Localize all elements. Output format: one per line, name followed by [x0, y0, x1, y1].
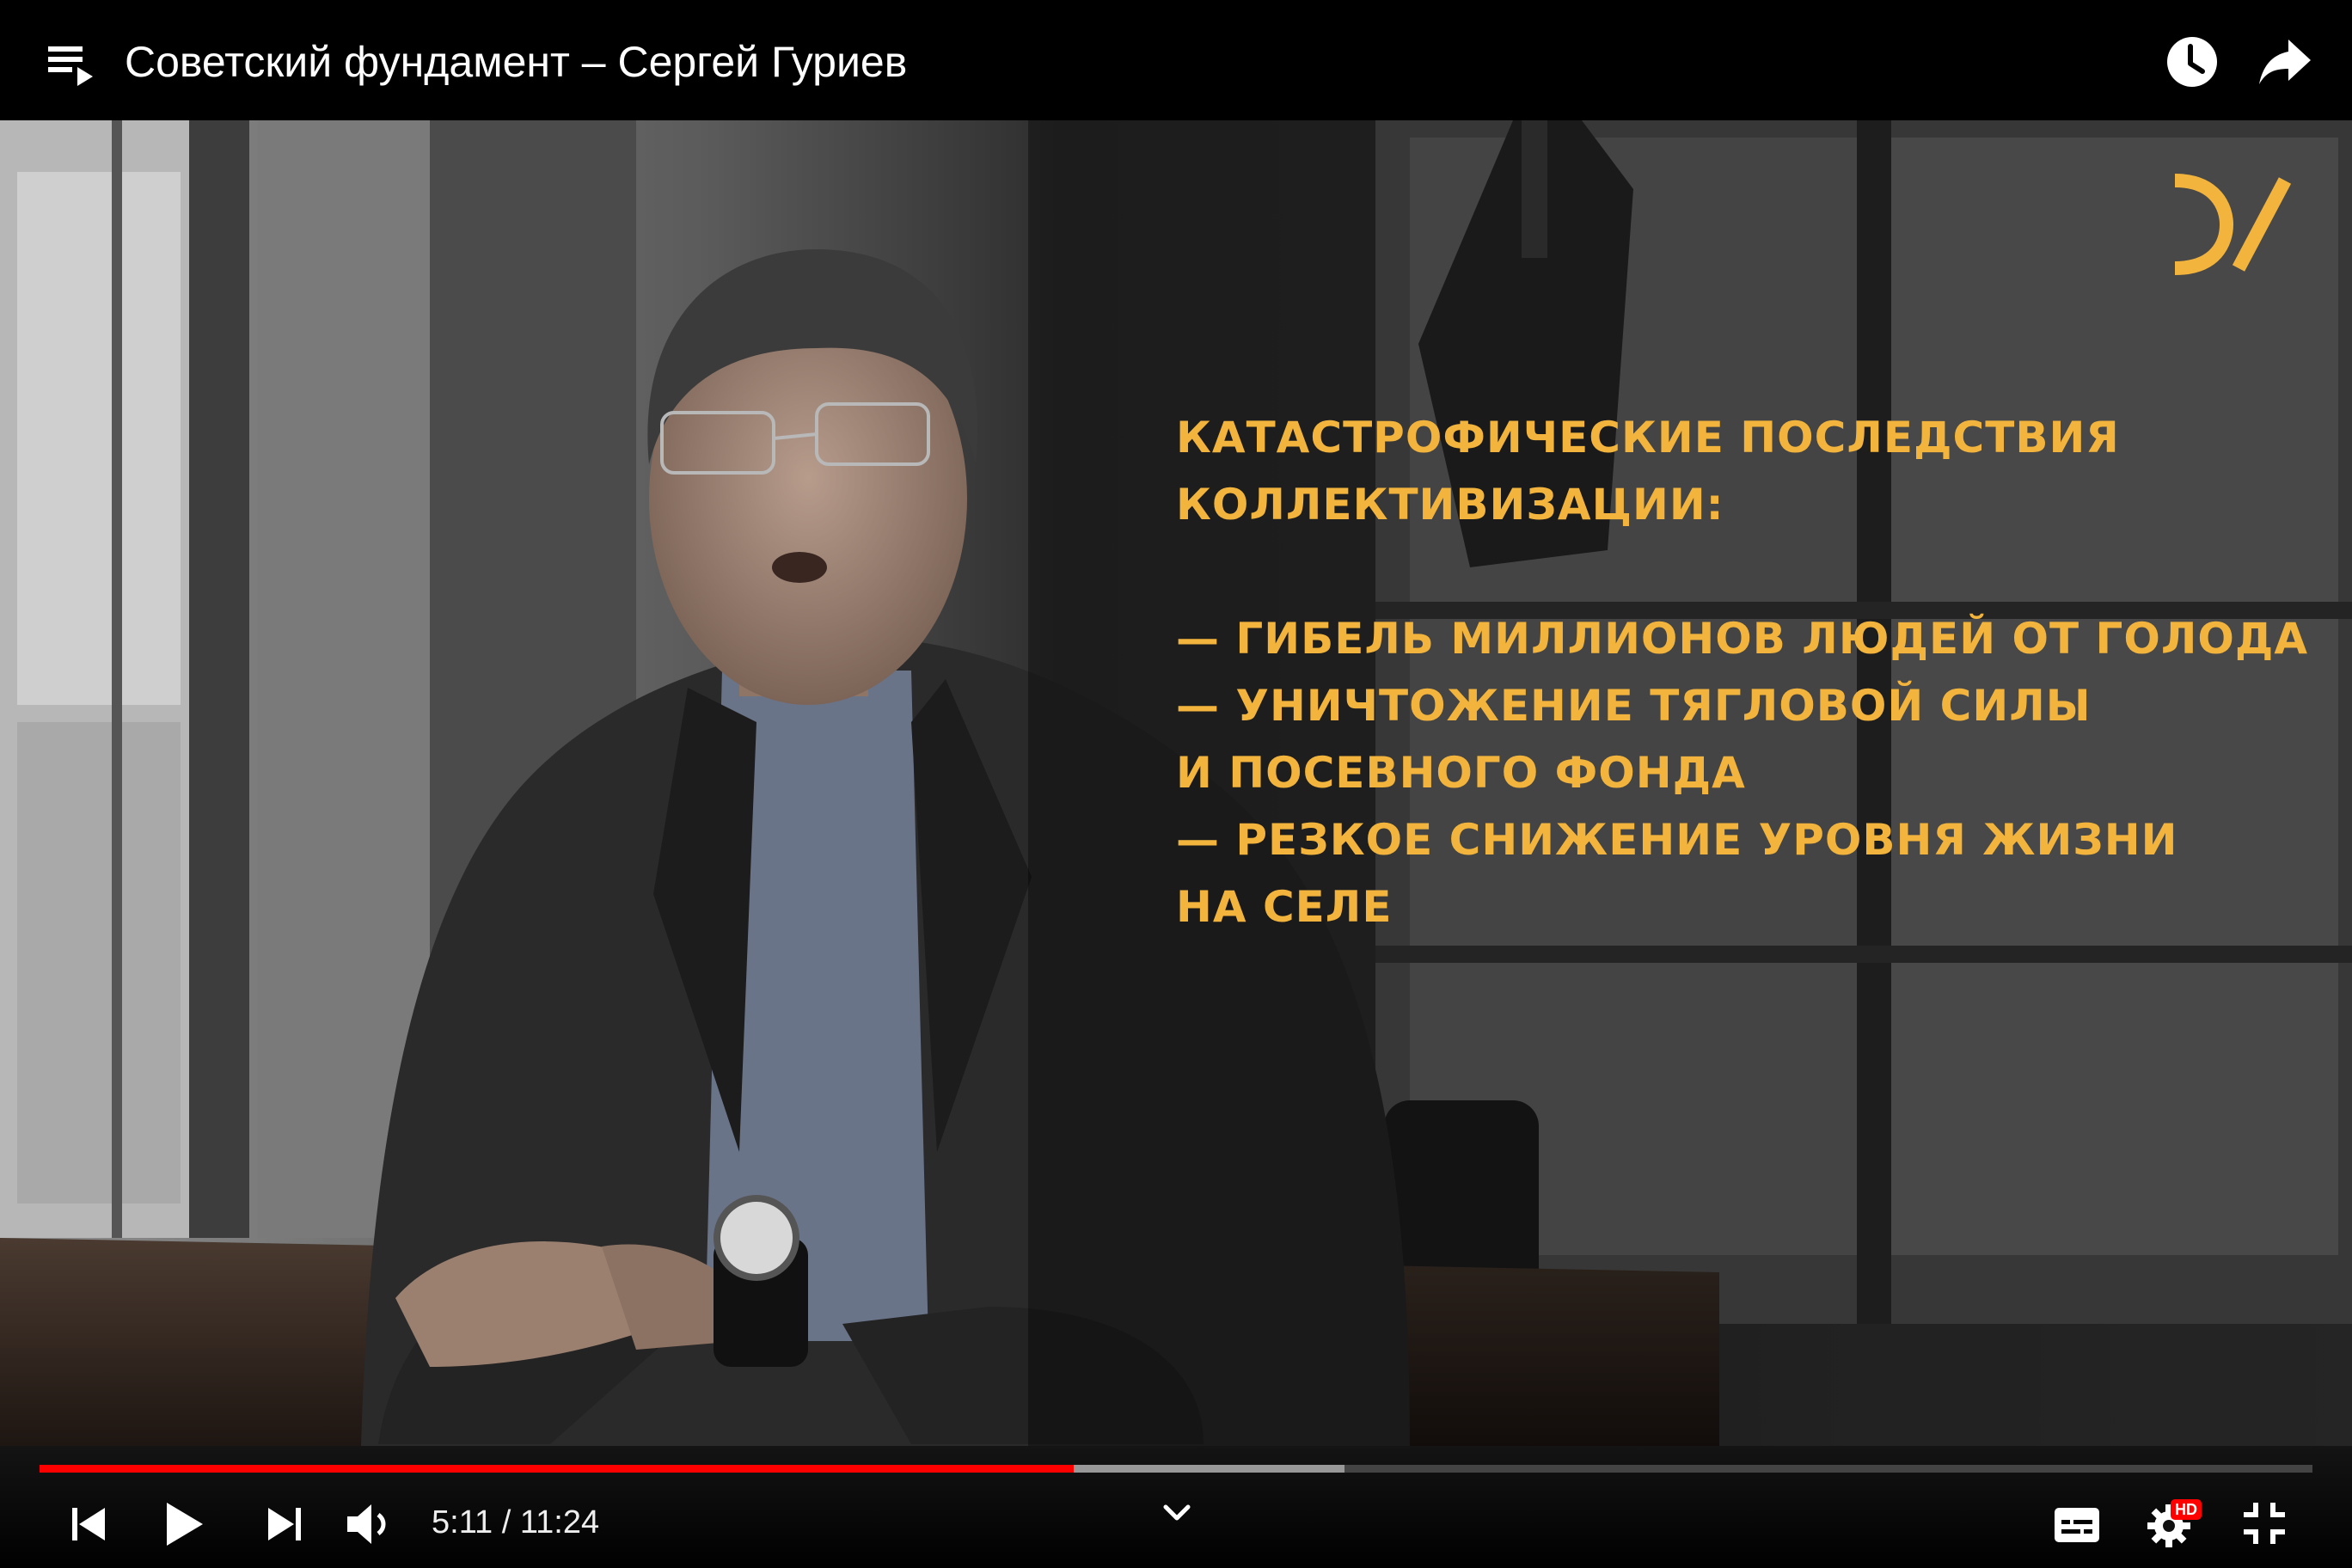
video-title[interactable]: Советский фундамент – Сергей Гуриев — [125, 33, 907, 91]
slide-list-line: на селе — [1176, 882, 1393, 932]
video-frame[interactable]: Катастрофические последствия коллективиз… — [0, 120, 2352, 1446]
slide-list-line: — резкое снижение уровня жизни — [1176, 815, 2178, 865]
skip-next-icon[interactable] — [265, 1504, 304, 1544]
slide-heading: Катастрофические последствия коллективиз… — [1176, 404, 2319, 538]
playlist-icon[interactable] — [45, 40, 96, 91]
channel-logo — [2174, 174, 2292, 275]
hd-badge: HD — [2171, 1499, 2202, 1520]
progress-bar[interactable] — [40, 1465, 2312, 1473]
player-controls: 5:11 / 11:24 HD — [0, 1446, 2352, 1568]
time-separator: / — [501, 1504, 511, 1540]
slide-list-line: — уничтожение тягловой силы — [1176, 681, 2092, 731]
duration: 11:24 — [519, 1504, 600, 1540]
chevron-down-icon[interactable] — [1162, 1503, 1191, 1523]
time-display: 5:11 / 11:24 — [432, 1501, 599, 1544]
top-bar: Советский фундамент – Сергей Гуриев — [0, 0, 2352, 120]
slide-heading-line: коллективизации: — [1176, 480, 1724, 530]
slide-heading-line: Катастрофические последствия — [1176, 413, 2120, 462]
current-time: 5:11 — [432, 1504, 493, 1540]
play-icon[interactable] — [163, 1501, 206, 1547]
volume-icon[interactable] — [346, 1501, 394, 1547]
slide-text: Катастрофические последствия коллективиз… — [1176, 404, 2319, 940]
skip-previous-icon[interactable] — [69, 1504, 108, 1544]
clock-icon[interactable] — [2165, 34, 2220, 89]
slide-list-line: — гибель миллионов людей от голода — [1176, 614, 2309, 664]
share-arrow-icon[interactable] — [2257, 36, 2312, 88]
subtitles-icon[interactable] — [2053, 1506, 2101, 1544]
slide-list-line: и посевного фонда — [1176, 748, 1746, 798]
progress-played — [40, 1465, 1075, 1473]
exit-fullscreen-icon[interactable] — [2242, 1501, 2287, 1546]
slide-list: — гибель миллионов людей от голода — уни… — [1176, 605, 2319, 940]
